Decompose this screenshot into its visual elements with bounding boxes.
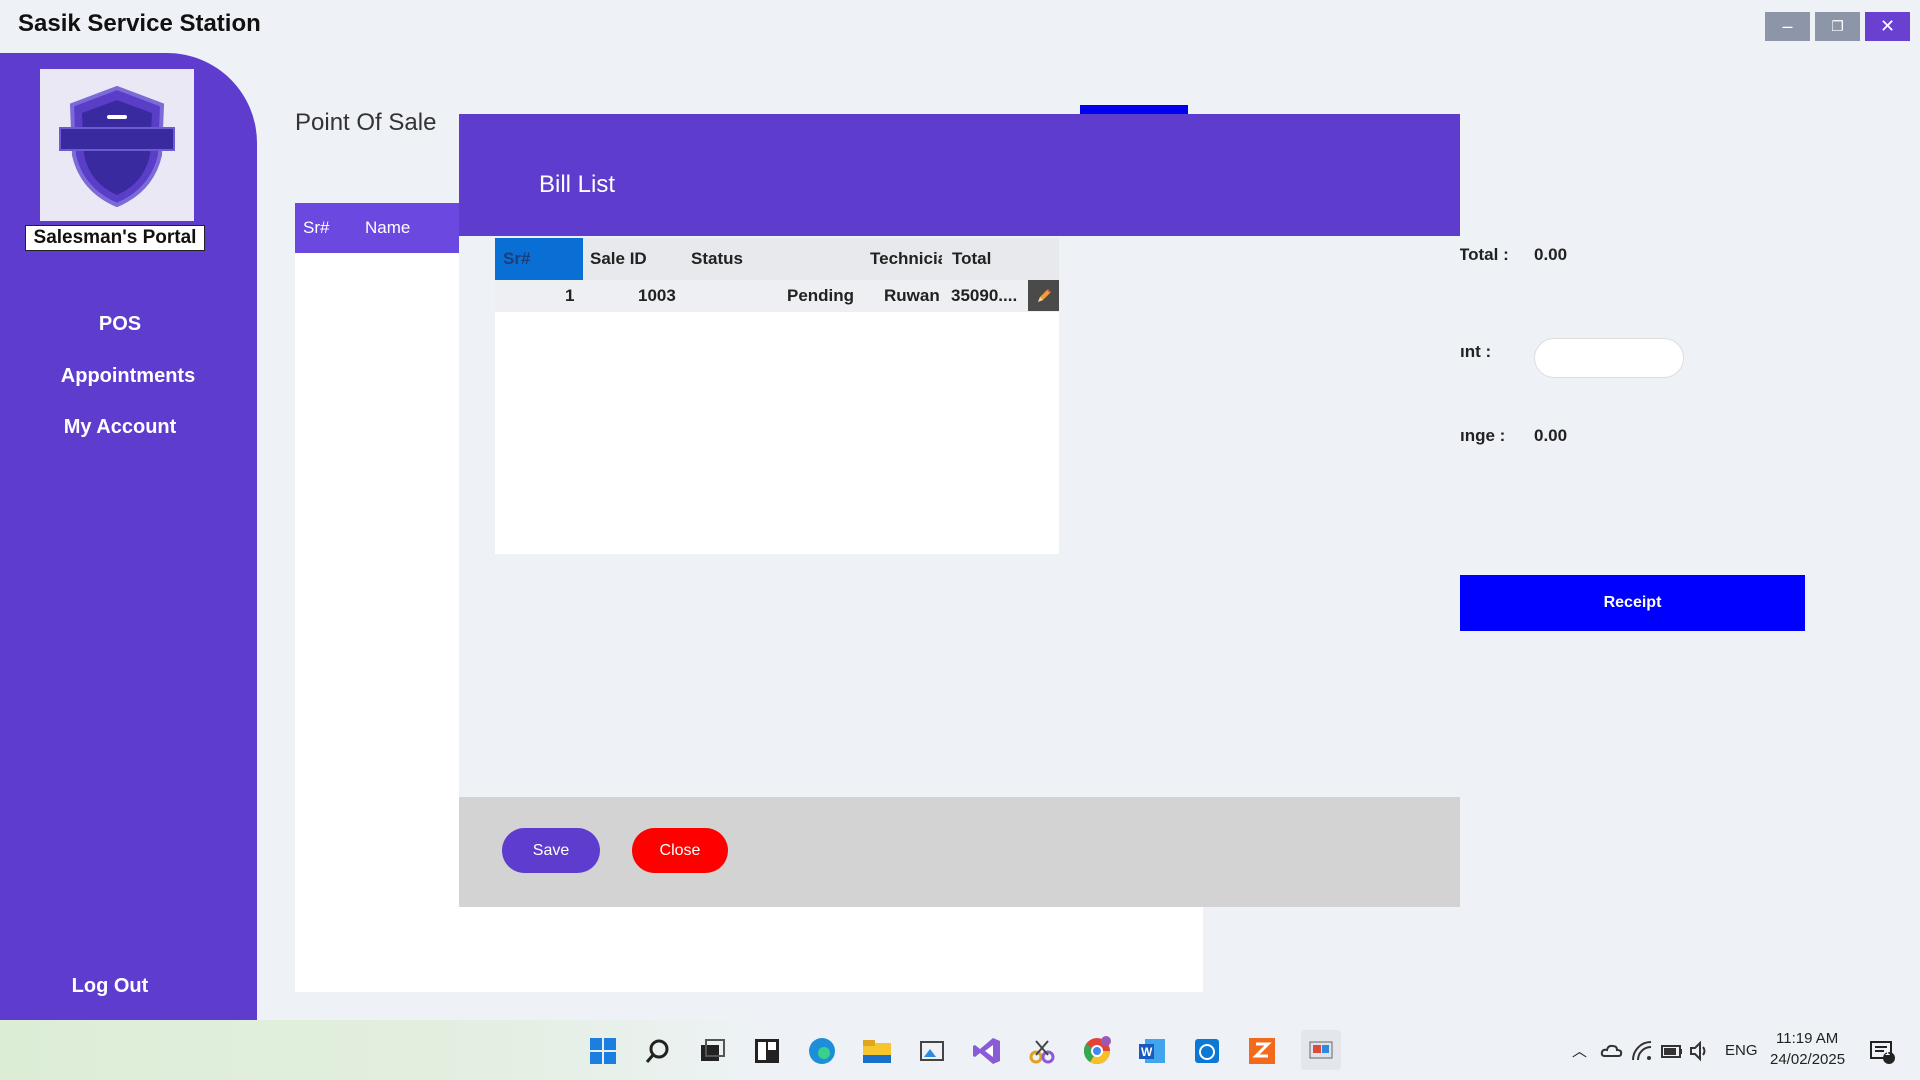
close-button[interactable]: Close [632,828,728,873]
dialog-title: Bill List [539,171,616,198]
sidebar-item-my-account[interactable]: My Account [0,416,240,439]
pos-app-icon[interactable] [1301,1030,1341,1070]
column-sale-id[interactable]: Sale ID [590,238,647,280]
column-total[interactable]: Total [952,238,991,280]
edge-icon[interactable] [806,1035,838,1067]
cell-total: 35090.... [951,286,1018,305]
receipt-button[interactable]: Receipt [1460,575,1805,631]
cell-sr: 1 [565,286,575,305]
column-status[interactable]: Status [691,238,743,280]
word-icon[interactable]: W [1136,1035,1168,1067]
search-icon[interactable] [642,1035,674,1067]
sidebar-item-pos[interactable]: POS [0,313,240,336]
total-value: 0.00 [1534,245,1568,264]
language-indicator[interactable]: ENG [1725,1042,1758,1059]
shield-logo-icon [59,85,175,208]
amount-label: ınt : [1460,342,1492,361]
notification-icon[interactable]: 1 [1866,1035,1898,1067]
table-row[interactable]: 1 1003 Pending Ruwan 35090.... [495,280,1059,312]
close-icon: ✕ [1879,16,1896,36]
chrome-icon[interactable] [1081,1035,1113,1067]
change-value: 0.00 [1534,426,1568,445]
logout-button[interactable]: Log Out [0,975,230,998]
svg-text:W: W [1141,1045,1153,1059]
column-sr[interactable]: Sr# [495,238,583,280]
volume-icon[interactable] [1685,1035,1717,1067]
onedrive-icon[interactable] [1596,1035,1628,1067]
maximize-button[interactable]: ❐ [1815,12,1860,41]
snipping-tool-icon[interactable] [1026,1035,1058,1067]
wifi-icon[interactable] [1626,1035,1658,1067]
grid-header: Sr# Sale ID Status Technicia Total [495,238,1059,280]
cell-status: Pending [787,286,855,305]
header-sr: Sr# [303,218,330,237]
sidebar-item-appointments[interactable]: Appointments [8,365,248,388]
clock-time[interactable]: 11:19 AM [1776,1030,1838,1047]
task-view-icon[interactable] [696,1035,728,1067]
page-title: Point Of Sale [295,109,437,136]
bill-grid: Sr# Sale ID Status Technicia Total 1 100… [495,238,1059,554]
visual-studio-icon[interactable] [971,1035,1003,1067]
photos-icon[interactable] [916,1035,948,1067]
header-name: Name [365,218,411,237]
pos-table-header: Sr# Name [295,203,460,253]
amount-input[interactable] [1534,338,1684,378]
show-hidden-icon[interactable]: ︿ [1572,1040,1587,1061]
save-button[interactable]: Save [502,828,600,873]
minimize-button[interactable]: – [1765,12,1810,41]
edit-button[interactable] [1028,280,1059,311]
cell-technician: Ruwan [884,286,940,305]
minimize-icon: – [1782,16,1793,36]
close-window-button[interactable]: ✕ [1865,12,1910,41]
file-explorer-icon[interactable] [861,1035,893,1067]
cell-sale-id: 1003 [638,286,676,305]
total-label: Total : [1459,245,1509,264]
reader-icon[interactable] [1246,1035,1278,1067]
pencil-icon [1037,288,1051,302]
start-icon[interactable] [587,1035,619,1067]
taskbar: W ︿ ENG 11:19 AM 24/02/2025 1 [0,1020,1920,1080]
app-title: Sasik Service Station [18,10,261,37]
logo [40,69,194,221]
bill-list-dialog: Bill List Sr# Sale ID Status Technicia T… [459,114,1460,907]
battery-icon[interactable] [1656,1035,1688,1067]
dialog-header: Bill List [459,114,1460,236]
change-label: ınge : [1460,426,1506,445]
restore-icon: ❐ [1831,18,1844,34]
widgets-icon[interactable] [751,1035,783,1067]
portal-label: Salesman's Portal [25,225,205,251]
clock-date[interactable]: 24/02/2025 [1770,1051,1845,1068]
notification-count: 1 [1885,1047,1891,1057]
column-technician[interactable]: Technicia [870,238,942,280]
app-icon[interactable] [1191,1035,1223,1067]
dialog-footer: Save Close [459,797,1460,907]
sidebar: Salesman's Portal POS Appointments My Ac… [0,53,257,1020]
